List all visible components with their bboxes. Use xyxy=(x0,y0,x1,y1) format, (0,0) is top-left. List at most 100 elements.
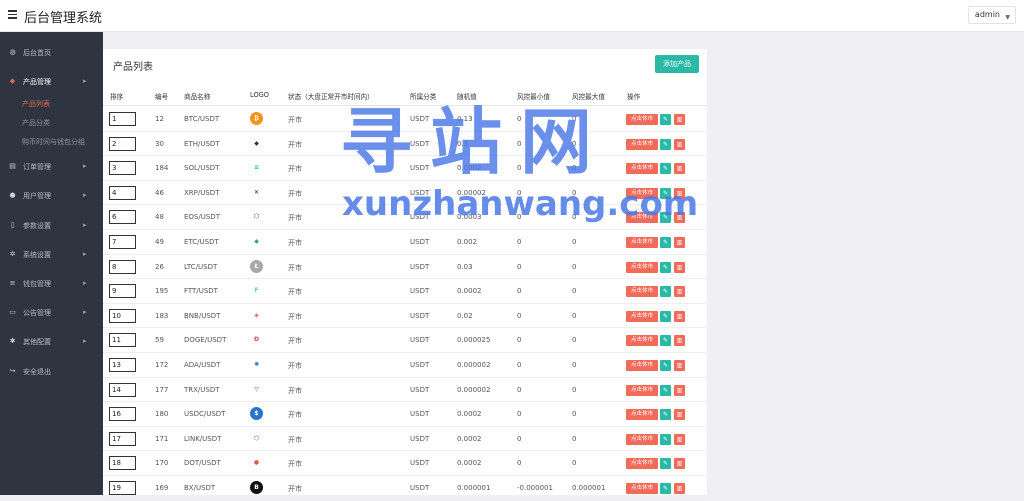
sidebar-subitem-time-wallet[interactable]: 购币时间与钱包分组 xyxy=(22,137,85,147)
sort-order-input[interactable]: 9 xyxy=(109,284,136,299)
trash-icon[interactable]: ▥ xyxy=(674,458,685,470)
close-market-button[interactable]: 点击休市 xyxy=(626,237,658,248)
close-market-button[interactable]: 点击休市 xyxy=(626,286,658,298)
pencil-icon[interactable]: ✎ xyxy=(660,310,671,322)
sidebar-item-logout[interactable]: ↪ 安全退出 xyxy=(0,359,103,385)
sidebar-item-wallet[interactable]: ≡ 钱包管理 ▸ xyxy=(0,271,103,297)
pencil-icon[interactable]: ✎ xyxy=(660,261,671,273)
trash-icon[interactable]: ▥ xyxy=(674,261,685,273)
close-market-button[interactable]: 点击休市 xyxy=(626,384,658,396)
trash-icon[interactable]: ▥ xyxy=(674,360,685,371)
sort-order-input[interactable]: 14 xyxy=(109,382,136,397)
pencil-icon[interactable]: ✎ xyxy=(660,409,671,421)
trash-icon[interactable]: ▥ xyxy=(674,212,685,224)
close-market-button[interactable]: 点击休市 xyxy=(626,360,658,371)
close-market-button[interactable]: 点击休市 xyxy=(626,114,658,125)
sidebar-item-dashboard[interactable]: ◍ 后台首页 xyxy=(0,40,103,66)
user-menu[interactable]: admin ▼ xyxy=(967,6,1016,24)
sidebar-item-products[interactable]: ◆ 产品管理 ▸ xyxy=(0,69,103,95)
sort-order-input[interactable]: 7 xyxy=(109,235,136,249)
column-header[interactable]: 排序 xyxy=(110,91,123,101)
sidebar-item-orders[interactable]: ▤ 订单管理 ▸ xyxy=(0,154,103,180)
product-id: 59 xyxy=(155,336,164,345)
close-market-button[interactable]: 点击休市 xyxy=(626,187,658,199)
random-value: 0.3 xyxy=(457,139,469,148)
trash-icon[interactable]: ▥ xyxy=(674,335,685,347)
trash-icon[interactable]: ▥ xyxy=(674,310,685,322)
pencil-icon[interactable]: ✎ xyxy=(660,335,671,347)
sidebar-item-users[interactable]: ● 用户管理 ▸ xyxy=(0,183,103,209)
close-market-button[interactable]: 点击休市 xyxy=(626,261,658,273)
trash-icon[interactable]: ▥ xyxy=(674,433,685,445)
sort-order-input[interactable]: 17 xyxy=(109,431,136,446)
pencil-icon[interactable]: ✎ xyxy=(660,187,671,199)
trash-icon[interactable]: ▥ xyxy=(674,138,685,150)
chevron-right-icon: ▸ xyxy=(83,162,87,170)
close-market-button[interactable]: 点击休市 xyxy=(626,335,658,347)
pencil-icon[interactable]: ✎ xyxy=(660,433,671,445)
trash-icon[interactable]: ▥ xyxy=(674,286,685,298)
pencil-icon[interactable]: ✎ xyxy=(660,114,671,125)
sort-order-input[interactable]: 13 xyxy=(109,358,136,372)
sidebar-item-config[interactable]: ✱ 其他配置 ▸ xyxy=(0,329,103,355)
column-header[interactable]: 编号 xyxy=(155,91,168,101)
trash-icon[interactable]: ▥ xyxy=(674,237,685,248)
trash-icon[interactable]: ▥ xyxy=(674,409,685,421)
sort-order-input[interactable]: 16 xyxy=(109,407,136,422)
pencil-icon[interactable]: ✎ xyxy=(660,458,671,470)
sidebar-subitem-product-list[interactable]: 产品列表 xyxy=(22,99,50,109)
close-market-button[interactable]: 点击休市 xyxy=(626,310,658,322)
sort-order-input[interactable]: 8 xyxy=(109,259,136,274)
column-header[interactable]: 风控最小值 xyxy=(517,91,550,101)
pencil-icon[interactable]: ✎ xyxy=(660,237,671,248)
sidebar-subitem-product-category[interactable]: 产品分类 xyxy=(22,118,50,128)
column-header[interactable]: 所属分类 xyxy=(410,91,436,101)
trash-icon[interactable]: ▥ xyxy=(674,163,685,175)
close-market-button[interactable]: 点击休市 xyxy=(626,433,658,445)
column-header[interactable]: 随机值 xyxy=(457,91,477,101)
sidebar-item-system[interactable]: ✲ 系统设置 ▸ xyxy=(0,242,103,268)
close-market-button[interactable]: 点击休市 xyxy=(626,163,658,175)
trash-icon[interactable]: ▥ xyxy=(674,384,685,396)
sort-order-input[interactable]: 2 xyxy=(109,136,136,151)
column-header[interactable]: LOGO xyxy=(250,91,269,99)
column-header[interactable]: 商品名称 xyxy=(184,91,210,101)
pencil-icon[interactable]: ✎ xyxy=(660,138,671,150)
sort-order-input[interactable]: 6 xyxy=(109,210,136,225)
close-market-button[interactable]: 点击休市 xyxy=(626,483,658,494)
sidebar-item-notice[interactable]: ▭ 公告管理 ▸ xyxy=(0,300,103,326)
sort-order-input[interactable]: 3 xyxy=(109,161,136,176)
pencil-icon[interactable]: ✎ xyxy=(660,384,671,396)
sort-order-input[interactable]: 4 xyxy=(109,185,136,200)
column-header[interactable]: 风控最大值 xyxy=(572,91,605,101)
sort-order-input[interactable]: 11 xyxy=(109,333,136,348)
notice-icon: ▭ xyxy=(9,308,16,316)
random-value: 0.0002 xyxy=(457,164,482,173)
sort-order-input[interactable]: 10 xyxy=(109,308,136,323)
pencil-icon[interactable]: ✎ xyxy=(660,360,671,371)
sort-order-input[interactable]: 19 xyxy=(109,481,136,495)
logout-icon: ↪ xyxy=(9,367,16,375)
close-market-button[interactable]: 点击休市 xyxy=(626,458,658,470)
trash-icon[interactable]: ▥ xyxy=(674,187,685,199)
pencil-icon[interactable]: ✎ xyxy=(660,212,671,224)
column-header[interactable]: 状态（大盘正常开市时间内） xyxy=(288,91,374,101)
close-market-button[interactable]: 点击休市 xyxy=(626,212,658,224)
add-product-button[interactable]: 添加产品 xyxy=(655,55,699,73)
sort-order-input[interactable]: 18 xyxy=(109,456,136,471)
pencil-icon[interactable]: ✎ xyxy=(660,163,671,175)
pencil-icon[interactable]: ✎ xyxy=(660,483,671,494)
product-id: 183 xyxy=(155,311,169,320)
app-title: 后台管理系统 xyxy=(24,11,103,26)
pencil-icon[interactable]: ✎ xyxy=(660,286,671,298)
column-header[interactable]: 操作 xyxy=(627,91,640,101)
sidebar-item-params[interactable]: ▯ 参数设置 ▸ xyxy=(0,213,103,239)
trash-icon[interactable]: ▥ xyxy=(674,483,685,494)
hamburger-menu-icon[interactable] xyxy=(8,10,17,19)
sort-order-input[interactable]: 1 xyxy=(109,112,136,126)
trash-icon[interactable]: ▥ xyxy=(674,114,685,125)
close-market-button[interactable]: 点击休市 xyxy=(626,409,658,421)
close-market-button[interactable]: 点击休市 xyxy=(626,138,658,150)
risk-min-value: 0 xyxy=(517,238,522,246)
sidebar-item-label: 后台首页 xyxy=(23,49,51,57)
